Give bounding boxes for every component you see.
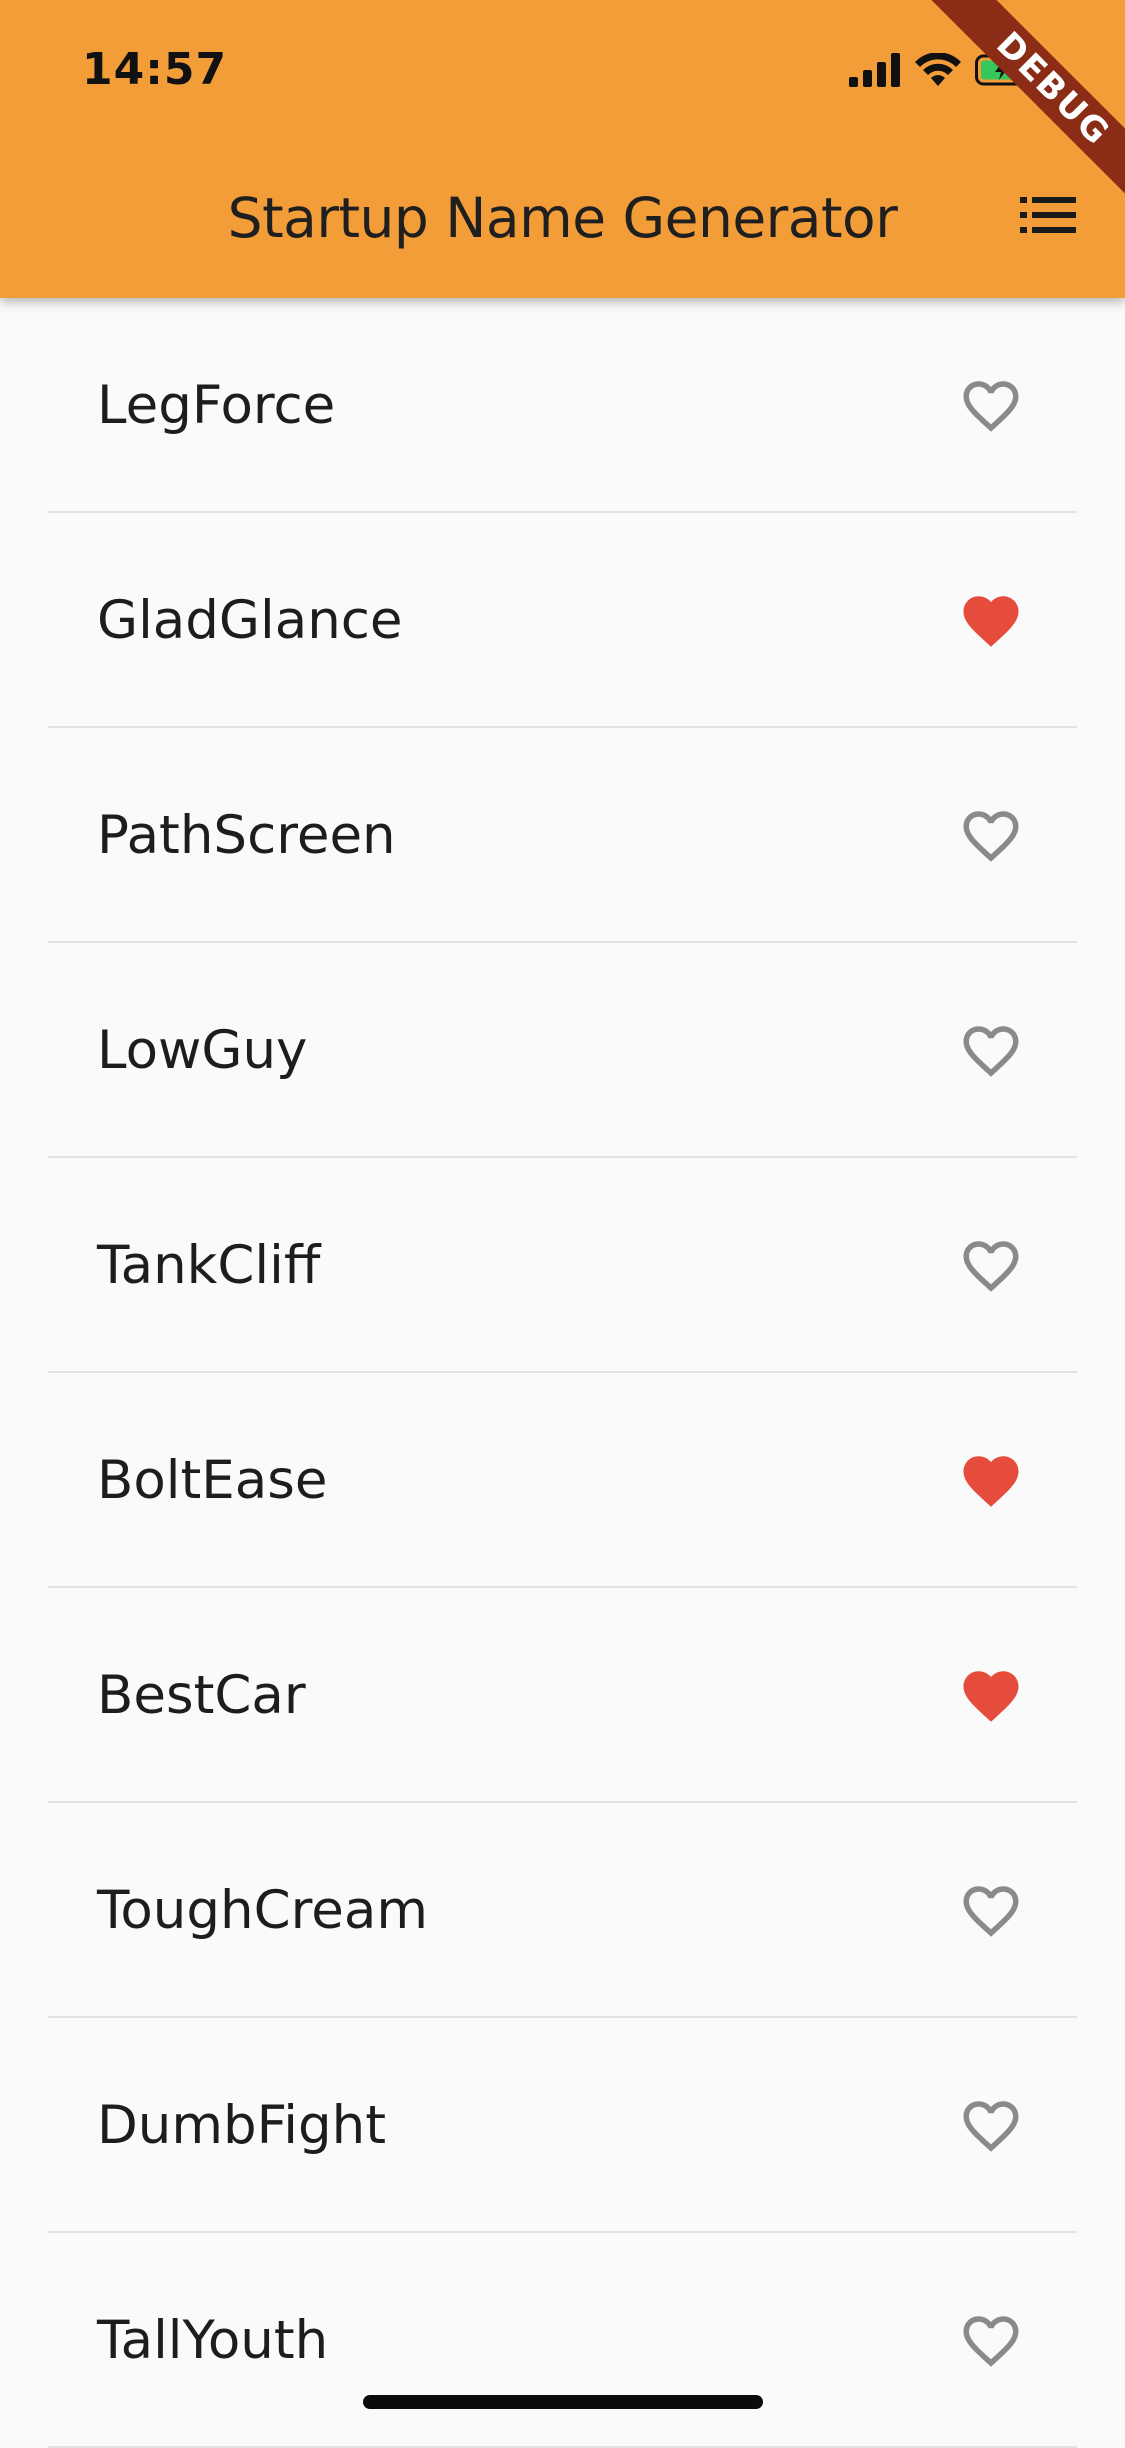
suggestion-name: TankCliff <box>97 1235 321 1296</box>
list-item[interactable]: PathScreen <box>0 728 1125 943</box>
app-bar: 14:57 Startup Name Generator DEBUG <box>0 0 1125 298</box>
favorite-filled-icon[interactable] <box>956 1373 1026 1588</box>
page-title: Startup Name Generator <box>227 186 898 250</box>
favorite-outline-icon[interactable] <box>956 2018 1026 2233</box>
wifi-icon <box>915 53 961 87</box>
favorite-filled-icon[interactable] <box>956 513 1026 728</box>
saved-list-button[interactable] <box>1015 192 1081 242</box>
suggestion-name: ToughCream <box>97 1880 428 1941</box>
suggestion-name: LegForce <box>97 375 336 436</box>
home-indicator[interactable] <box>363 2395 763 2409</box>
list-item[interactable]: LegForce <box>0 298 1125 513</box>
suggestion-name: PathScreen <box>97 805 396 866</box>
status-time: 14:57 <box>82 44 228 95</box>
list-item[interactable]: GladGlance <box>0 513 1125 728</box>
suggestion-name: GladGlance <box>97 590 403 651</box>
favorite-outline-icon[interactable] <box>956 1158 1026 1373</box>
list-icon <box>1020 197 1076 237</box>
suggestion-name: TallYouth <box>97 2310 329 2371</box>
suggestion-name: DumbFight <box>97 2095 387 2156</box>
favorite-outline-icon[interactable] <box>956 298 1026 513</box>
favorite-outline-icon[interactable] <box>956 943 1026 1158</box>
cellular-signal-icon <box>849 53 901 87</box>
list-item[interactable]: BestCar <box>0 1588 1125 1803</box>
favorite-outline-icon[interactable] <box>956 2233 1026 2448</box>
favorite-filled-icon[interactable] <box>956 1588 1026 1803</box>
favorite-outline-icon[interactable] <box>956 1803 1026 2018</box>
list-item[interactable]: TallYouth <box>0 2233 1125 2448</box>
favorite-outline-icon[interactable] <box>956 728 1026 943</box>
list-item[interactable]: DumbFight <box>0 2018 1125 2233</box>
list-item[interactable]: BoltEase <box>0 1373 1125 1588</box>
suggestion-name: BoltEase <box>97 1450 328 1511</box>
suggestion-name: LowGuy <box>97 1020 308 1081</box>
suggestion-list: LegForce GladGlance PathScreen LowGuy TankCl… <box>0 298 1125 2448</box>
suggestion-name: BestCar <box>97 1665 306 1726</box>
list-item[interactable]: ToughCream <box>0 1803 1125 2018</box>
list-item[interactable]: TankCliff <box>0 1158 1125 1373</box>
list-item[interactable]: LowGuy <box>0 943 1125 1158</box>
